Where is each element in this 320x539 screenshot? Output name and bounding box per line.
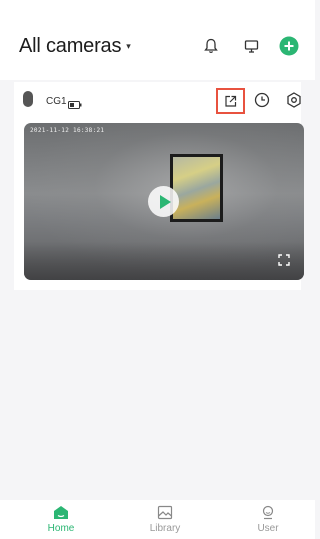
add-camera-icon[interactable] <box>278 35 300 57</box>
top-header: All cameras ▾ <box>0 0 315 80</box>
user-icon <box>262 505 274 520</box>
camera-device-icon <box>23 91 33 107</box>
tab-label-library: Library <box>149 523 181 534</box>
play-button[interactable] <box>148 186 179 217</box>
image-icon <box>157 505 173 520</box>
bell-icon[interactable] <box>200 35 222 57</box>
bottom-tab-bar: Home Library User <box>0 500 315 539</box>
settings-icon[interactable] <box>286 92 302 113</box>
home-icon <box>54 506 68 519</box>
share-button[interactable] <box>216 88 245 114</box>
tab-label-home: Home <box>47 523 75 534</box>
camera-group-selector[interactable]: All cameras ▾ <box>19 35 131 58</box>
tab-library[interactable]: Library <box>135 505 195 534</box>
camera-name: CG1 <box>46 96 67 107</box>
tab-home[interactable]: Home <box>31 505 91 534</box>
fullscreen-icon[interactable] <box>278 253 290 271</box>
camera-card-header: CG1 <box>14 82 301 120</box>
tab-user[interactable]: User <box>238 505 298 534</box>
video-timestamp: 2021-11-12 16:38:21 <box>30 127 105 134</box>
clock-icon[interactable] <box>254 92 270 113</box>
page-title: All cameras <box>19 35 122 57</box>
tab-label-user: User <box>257 523 279 534</box>
chevron-down-icon: ▾ <box>126 41 131 51</box>
share-icon <box>225 95 237 107</box>
camera-live-preview[interactable]: 2021-11-12 16:38:21 <box>24 123 304 280</box>
monitor-icon[interactable] <box>240 35 262 57</box>
preview-painting <box>170 154 223 222</box>
camera-card: CG1 2021-11-12 16:38:21 <box>14 82 304 290</box>
play-icon <box>159 194 171 209</box>
battery-icon <box>68 96 82 114</box>
